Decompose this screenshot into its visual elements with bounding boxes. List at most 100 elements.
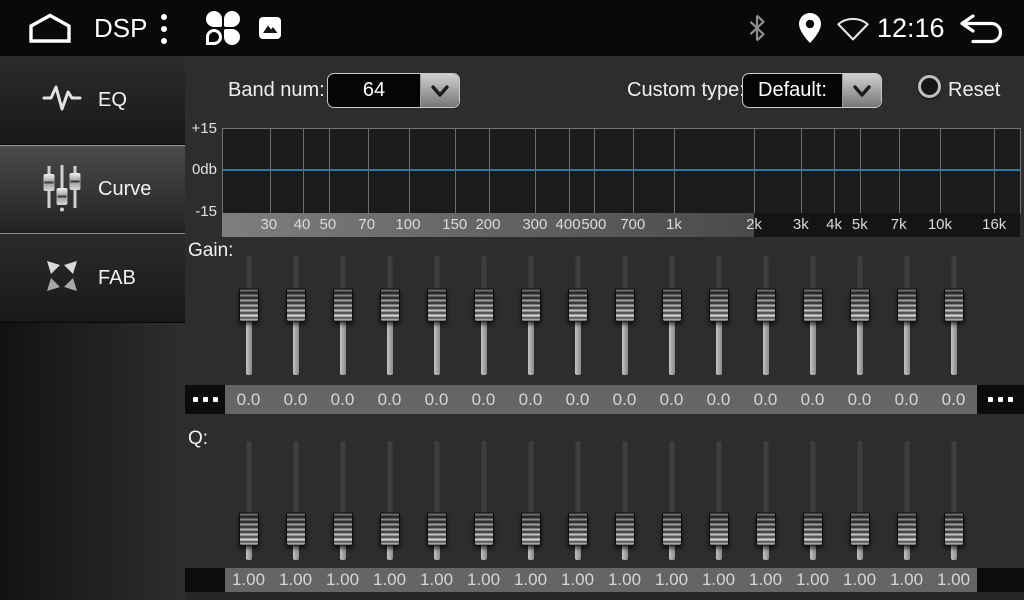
q-slider[interactable] <box>648 435 695 565</box>
eq-chart <box>222 128 1021 214</box>
q-slider[interactable] <box>413 435 460 565</box>
gain-slider-handle[interactable] <box>380 289 400 322</box>
q-slider-handle[interactable] <box>380 513 400 546</box>
gain-scroll-left-button[interactable] <box>185 385 225 414</box>
q-slider-handle[interactable] <box>850 513 870 546</box>
gain-scroll-right-button[interactable] <box>977 385 1024 414</box>
reset-radio[interactable] <box>918 75 941 98</box>
q-slider[interactable] <box>272 435 319 565</box>
q-slider[interactable] <box>460 435 507 565</box>
q-slider[interactable] <box>789 435 836 565</box>
gridline <box>594 129 595 214</box>
gain-slider-handle[interactable] <box>662 289 682 322</box>
q-slider-handle[interactable] <box>756 513 776 546</box>
gain-slider[interactable] <box>742 250 789 380</box>
gain-slider[interactable] <box>836 250 883 380</box>
gain-slider-handle[interactable] <box>239 289 259 322</box>
q-slider[interactable] <box>507 435 554 565</box>
chevron-down-icon[interactable] <box>842 74 881 107</box>
q-slider[interactable] <box>601 435 648 565</box>
gain-slider-handle[interactable] <box>850 289 870 322</box>
q-slider-handle[interactable] <box>286 513 306 546</box>
q-value: 1.00 <box>648 568 695 592</box>
gridline <box>270 129 271 214</box>
q-slider-handle[interactable] <box>897 513 917 546</box>
q-slider[interactable] <box>225 435 272 565</box>
gain-value: 0.0 <box>930 385 977 414</box>
gain-slider-handle[interactable] <box>944 289 964 322</box>
q-slider[interactable] <box>836 435 883 565</box>
q-value: 1.00 <box>554 568 601 592</box>
q-slider[interactable] <box>695 435 742 565</box>
q-slider-handle[interactable] <box>944 513 964 546</box>
gain-slider[interactable] <box>648 250 695 380</box>
gain-slider[interactable] <box>789 250 836 380</box>
gain-value: 0.0 <box>789 385 836 414</box>
gain-slider-handle[interactable] <box>897 289 917 322</box>
gain-value: 0.0 <box>836 385 883 414</box>
gain-slider[interactable] <box>883 250 930 380</box>
q-slider[interactable] <box>930 435 977 565</box>
home-icon[interactable] <box>28 13 72 48</box>
q-slider-handle[interactable] <box>474 513 494 546</box>
gain-slider[interactable] <box>413 250 460 380</box>
q-slider-handle[interactable] <box>568 513 588 546</box>
gain-slider[interactable] <box>272 250 319 380</box>
sidebar-item-eq[interactable]: EQ <box>0 56 185 145</box>
gain-slider-handle[interactable] <box>333 289 353 322</box>
gridline <box>754 129 755 214</box>
gain-slider[interactable] <box>601 250 648 380</box>
freq-tick-label: 400 <box>556 216 581 233</box>
location-icon <box>796 12 824 49</box>
back-icon[interactable] <box>956 13 1004 49</box>
q-slider-handle[interactable] <box>521 513 541 546</box>
freq-tick-label: 50 <box>320 216 337 233</box>
app-title: DSP <box>94 0 147 56</box>
q-slider-handle[interactable] <box>615 513 635 546</box>
q-slider-handle[interactable] <box>662 513 682 546</box>
q-slider[interactable] <box>319 435 366 565</box>
gain-slider-handle[interactable] <box>568 289 588 322</box>
q-slider-handle[interactable] <box>333 513 353 546</box>
gridline <box>303 129 304 214</box>
q-scroll-left-button[interactable] <box>185 568 225 592</box>
gain-slider[interactable] <box>930 250 977 380</box>
gain-slider-handle[interactable] <box>756 289 776 322</box>
gain-slider-handle[interactable] <box>521 289 541 322</box>
gain-value: 0.0 <box>319 385 366 414</box>
gain-slider-handle[interactable] <box>474 289 494 322</box>
gain-slider[interactable] <box>460 250 507 380</box>
chevron-down-icon[interactable] <box>420 74 459 107</box>
q-slider-handle[interactable] <box>709 513 729 546</box>
band-num-dropdown[interactable]: 64 <box>327 73 460 108</box>
apps-clover-icon[interactable] <box>206 11 242 47</box>
q-values-strip: 1.001.001.001.001.001.001.001.001.001.00… <box>225 568 977 592</box>
gain-slider[interactable] <box>507 250 554 380</box>
gain-values-strip: 0.00.00.00.00.00.00.00.00.00.00.00.00.00… <box>225 385 977 414</box>
gain-slider-handle[interactable] <box>615 289 635 322</box>
q-slider-handle[interactable] <box>239 513 259 546</box>
gain-slider[interactable] <box>554 250 601 380</box>
gain-slider[interactable] <box>319 250 366 380</box>
q-slider[interactable] <box>742 435 789 565</box>
q-slider[interactable] <box>554 435 601 565</box>
gain-slider[interactable] <box>225 250 272 380</box>
gain-slider-handle[interactable] <box>709 289 729 322</box>
gain-slider[interactable] <box>695 250 742 380</box>
q-slider[interactable] <box>366 435 413 565</box>
gain-slider-handle[interactable] <box>286 289 306 322</box>
gain-slider[interactable] <box>366 250 413 380</box>
sidebar-item-curve[interactable]: Curve <box>0 145 185 234</box>
gridline <box>569 129 570 214</box>
custom-type-dropdown[interactable]: Default: <box>742 73 882 108</box>
q-slider-handle[interactable] <box>803 513 823 546</box>
q-slider[interactable] <box>883 435 930 565</box>
gain-slider-handle[interactable] <box>427 289 447 322</box>
overflow-menu-icon[interactable] <box>161 14 167 44</box>
q-slider-handle[interactable] <box>427 513 447 546</box>
gain-slider-handle[interactable] <box>803 289 823 322</box>
gridline <box>409 129 410 214</box>
q-scroll-right-button[interactable] <box>977 568 1024 592</box>
gallery-icon[interactable] <box>259 17 281 39</box>
sidebar-item-fab[interactable]: FAB <box>0 234 185 323</box>
